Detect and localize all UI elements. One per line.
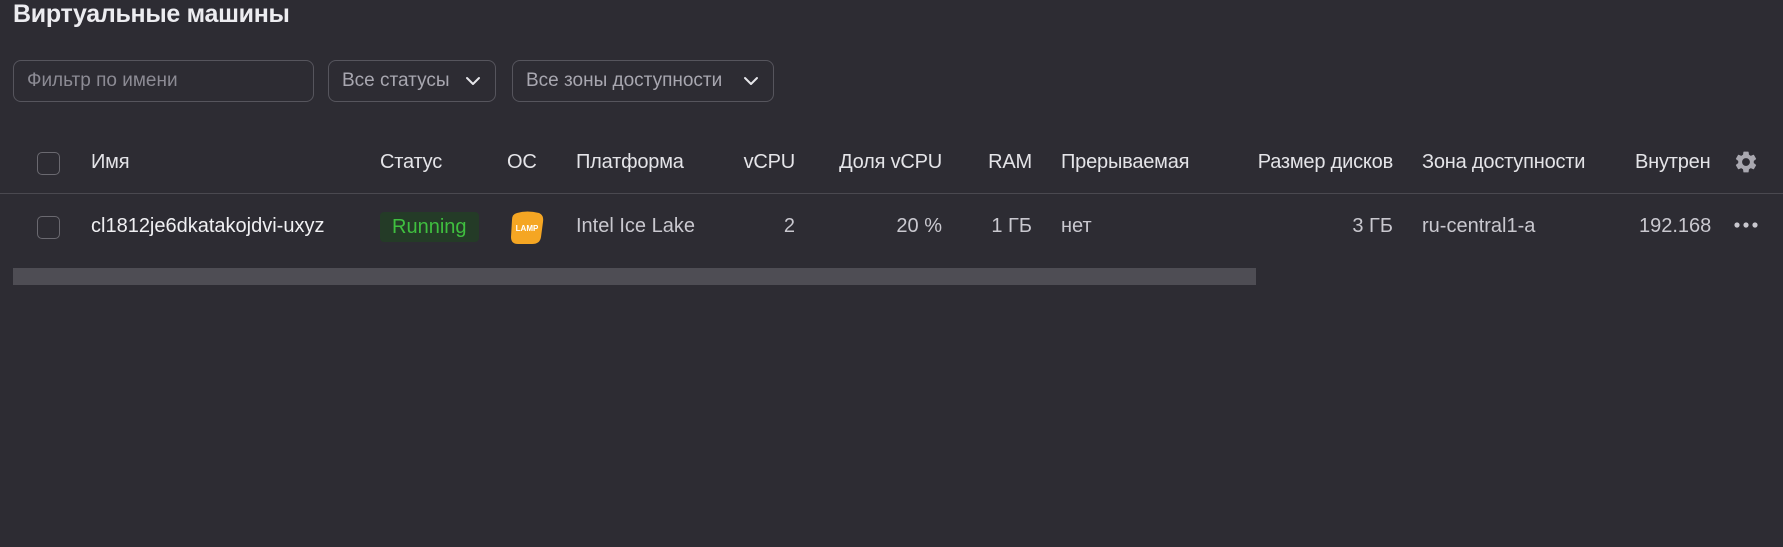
table-row[interactable]: cl1812je6dkatakojdvi-uxyz Running LAMP I… <box>0 195 1783 263</box>
vm-vcpu: 2 <box>783 215 795 237</box>
vm-disk-size: 3 ГБ <box>1352 215 1393 237</box>
column-header-name[interactable]: Имя <box>91 151 130 174</box>
column-header-vcpu[interactable]: vCPU <box>700 151 796 174</box>
column-header-platform[interactable]: Платформа <box>576 151 684 174</box>
vm-ram: 1 ГБ <box>991 215 1032 237</box>
zone-filter-label: Все зоны доступности <box>526 70 723 91</box>
status-filter-select[interactable]: Все статусы <box>328 60 496 102</box>
column-header-internal-ip[interactable]: Внутрен <box>1635 151 1711 174</box>
column-header-disk-size[interactable]: Размер дисков <box>1230 151 1393 174</box>
zone-filter-select[interactable]: Все зоны доступности <box>512 60 774 102</box>
column-header-status[interactable]: Статус <box>380 151 442 174</box>
more-horizontal-icon[interactable] <box>1733 221 1759 229</box>
row-checkbox[interactable] <box>37 216 60 239</box>
vm-vcpu-share: 20 % <box>896 215 942 237</box>
name-filter-input[interactable] <box>13 60 314 102</box>
column-header-zone[interactable]: Зона доступности <box>1422 151 1585 174</box>
status-filter-label: Все статусы <box>342 70 450 91</box>
status-text: Running <box>392 215 467 238</box>
column-header-preemptible[interactable]: Прерываемая <box>1061 151 1189 174</box>
lamp-os-icon: LAMP <box>511 211 544 244</box>
vm-platform: Intel Ice Lake <box>576 215 695 237</box>
vm-preemptible: нет <box>1061 215 1092 237</box>
chevron-down-icon <box>466 77 480 85</box>
gear-icon[interactable] <box>1733 149 1759 175</box>
chevron-down-icon <box>744 77 758 85</box>
select-all-checkbox[interactable] <box>37 152 60 175</box>
column-header-os[interactable]: ОС <box>507 151 537 174</box>
page-title: Виртуальные машины <box>13 0 290 28</box>
horizontal-scrollbar[interactable] <box>13 268 1256 285</box>
column-header-vcpu-share[interactable]: Доля vCPU <box>820 151 942 174</box>
vm-zone: ru-central1-a <box>1422 215 1536 237</box>
status-badge: Running <box>380 212 479 242</box>
lamp-os-label: LAMP <box>516 224 539 233</box>
table-header: Имя Статус ОС Платформа vCPU Доля vCPU R… <box>0 138 1783 194</box>
vm-internal-ip: 192.168 <box>1639 215 1711 237</box>
vm-name[interactable]: cl1812je6dkatakojdvi-uxyz <box>91 215 324 238</box>
column-header-ram[interactable]: RAM <box>960 151 1032 174</box>
